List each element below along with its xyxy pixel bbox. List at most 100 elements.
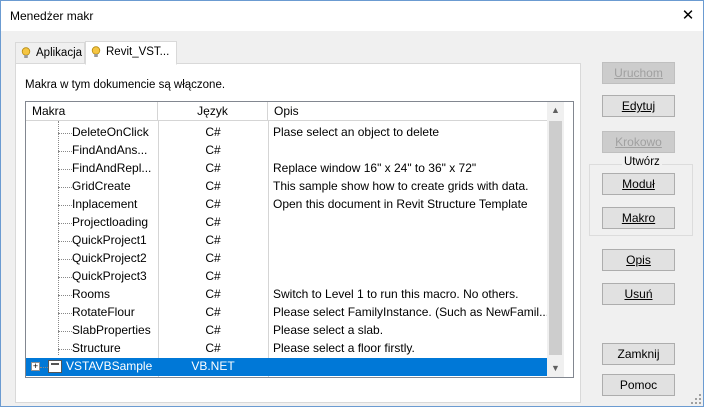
create-group-label: Utwórz xyxy=(622,156,662,168)
macro-name: Projectloading xyxy=(72,215,149,229)
macros-enabled-notice: Makra w tym dokumencie są włączone. xyxy=(25,79,226,91)
macro-language: C# xyxy=(205,143,221,157)
module-button[interactable]: Moduł xyxy=(602,173,675,195)
macro-row[interactable]: DeleteOnClick C# Plase select an object to… xyxy=(26,124,547,142)
macro-tree-grid[interactable]: Makra Język Opis DeleteOnClick C# Plase se… xyxy=(25,101,574,378)
macro-row[interactable]: QuickProject1 C# xyxy=(26,232,547,250)
run-button[interactable]: Uruchom xyxy=(602,62,675,84)
macro-description xyxy=(273,358,547,376)
macro-row[interactable]: RotateFlour C# Please select FamilyInstanc… xyxy=(26,304,547,322)
macro-language: C# xyxy=(205,305,221,319)
column-header-jezyk[interactable]: Język xyxy=(158,102,268,121)
macro-name: QuickProject1 xyxy=(72,233,147,247)
macro-name: RotateFlour xyxy=(72,305,135,319)
edit-button[interactable]: Edytuj xyxy=(602,95,675,117)
tree-connector xyxy=(58,205,72,206)
macro-row[interactable]: FindAndRepl... C# Replace window 16" x 24"… xyxy=(26,160,547,178)
scroll-up-arrow-icon[interactable]: ▲ xyxy=(547,102,564,119)
lightbulb-icon xyxy=(91,46,101,57)
expand-icon[interactable]: + xyxy=(31,362,40,371)
macro-description xyxy=(273,250,547,268)
module-icon xyxy=(48,360,62,373)
macro-row[interactable]: Inplacement C# Open this document in Revit… xyxy=(26,196,547,214)
macro-row[interactable]: SlabProperties C# Please select a slab. xyxy=(26,322,547,340)
grid-header: Makra Język Opis xyxy=(26,102,547,121)
vertical-scrollbar[interactable]: ▲ ▼ xyxy=(547,102,564,377)
lightbulb-icon xyxy=(21,47,31,58)
macro-description: Please select FamilyInstance. (Such as N… xyxy=(273,305,547,319)
tab-label: Aplikacja xyxy=(36,47,83,59)
macro-language: C# xyxy=(205,125,221,139)
macro-description: Please select a floor firstly. xyxy=(273,341,415,355)
macro-language: C# xyxy=(205,269,221,283)
tree-connector xyxy=(58,277,72,278)
close-window-button[interactable]: ✕ xyxy=(673,1,703,31)
tree-connector xyxy=(58,241,72,242)
description-button[interactable]: Opis xyxy=(602,249,675,271)
tree-connector xyxy=(58,187,72,188)
tab-aplikacja[interactable]: Aplikacja xyxy=(15,42,85,64)
macro-language: C# xyxy=(205,251,221,265)
window-title: Menedżer makr xyxy=(10,9,94,23)
macro-description: This sample show how to create grids wit… xyxy=(273,179,529,193)
tree-connector xyxy=(58,313,72,314)
macro-name: Structure xyxy=(72,341,121,355)
macro-language: C# xyxy=(205,161,221,175)
macro-row[interactable]: FindAndAns... C# xyxy=(26,142,547,160)
tree-connector xyxy=(58,349,72,350)
macro-description: Plase select an object to delete xyxy=(273,125,440,139)
column-header-opis[interactable]: Opis xyxy=(268,102,547,121)
tree-connector xyxy=(58,151,72,152)
macro-name: Rooms xyxy=(72,287,111,301)
macro-name: VSTAVBSample xyxy=(66,359,153,373)
help-button[interactable]: Pomoc xyxy=(602,374,675,396)
macro-description: Open this document in Revit Structure Te… xyxy=(273,197,528,211)
macro-name: FindAndRepl... xyxy=(72,161,152,175)
macro-row[interactable]: QuickProject2 C# xyxy=(26,250,547,268)
macro-description xyxy=(273,214,547,232)
macro-description xyxy=(273,232,547,250)
tree-connector xyxy=(58,169,72,170)
macro-name: QuickProject3 xyxy=(72,269,147,283)
step-button[interactable]: Krokowo xyxy=(602,131,675,153)
macro-language: C# xyxy=(205,233,221,247)
macro-description: Please select a slab. xyxy=(273,323,384,337)
macro-name: GridCreate xyxy=(72,179,131,193)
macro-language: C# xyxy=(205,323,221,337)
tab-label: Revit_VST... xyxy=(106,46,170,58)
macro-row[interactable]: GridCreate C# This sample show how to crea… xyxy=(26,178,547,196)
resize-grip-icon[interactable] xyxy=(691,394,701,404)
macro-manager-window: Menedżer makr ✕ Aplikacja Revit_VST... M… xyxy=(0,0,704,407)
macro-row[interactable]: QuickProject3 C# xyxy=(26,268,547,286)
tree-connector xyxy=(58,331,72,332)
macro-description: Replace window 16" x 24" to 36" x 72" xyxy=(273,161,477,175)
macro-language: VB.NET xyxy=(191,359,235,373)
macro-row[interactable]: Structure C# Please select a floor firstly… xyxy=(26,340,547,358)
tree-connector xyxy=(58,223,72,224)
macro-name: FindAndAns... xyxy=(72,143,148,157)
macro-language: C# xyxy=(205,341,221,355)
column-header-makra[interactable]: Makra xyxy=(26,102,158,121)
macro-language: C# xyxy=(205,179,221,193)
macro-name: Inplacement xyxy=(72,197,138,211)
module-row-selected[interactable]: + VSTAVBSample VB.NET xyxy=(26,358,547,376)
scrollbar-thumb[interactable] xyxy=(549,121,562,355)
tree-connector xyxy=(58,133,72,134)
macro-name: QuickProject2 xyxy=(72,251,147,265)
tree-connector xyxy=(40,367,48,368)
delete-button[interactable]: Usuń xyxy=(602,283,675,305)
tab-revit-vst[interactable]: Revit_VST... xyxy=(85,41,177,65)
macro-row[interactable]: Rooms C# Switch to Level 1 to run this mac… xyxy=(26,286,547,304)
macro-button[interactable]: Makro xyxy=(602,207,675,229)
macro-language: C# xyxy=(205,197,221,211)
macro-name: SlabProperties xyxy=(72,323,151,337)
macro-language: C# xyxy=(205,287,221,301)
tab-panel: Makra w tym dokumencie są włączone. Makr… xyxy=(15,63,581,403)
tree-connector xyxy=(58,259,72,260)
close-button[interactable]: Zamknij xyxy=(602,343,675,365)
scroll-down-arrow-icon[interactable]: ▼ xyxy=(547,360,564,377)
macro-row[interactable]: Projectloading C# xyxy=(26,214,547,232)
tree-connector xyxy=(58,295,72,296)
macro-language: C# xyxy=(205,215,221,229)
macro-description: Switch to Level 1 to run this macro. No … xyxy=(273,287,519,301)
